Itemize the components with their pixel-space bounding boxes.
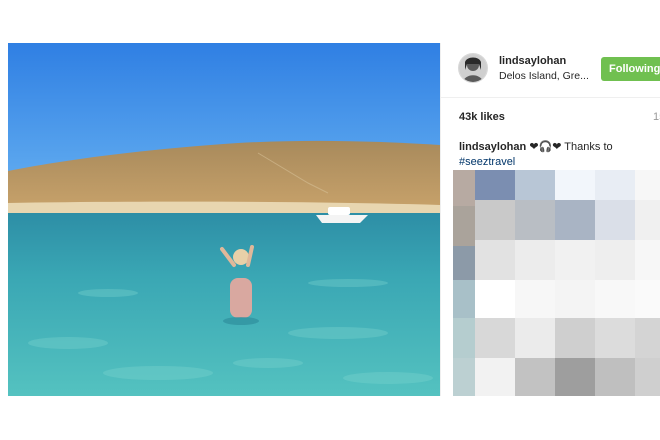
- following-button[interactable]: Following: [601, 57, 660, 81]
- likes-count[interactable]: 43k likes: [459, 111, 505, 123]
- post-side-panel: lindsaylohan Delos Island, Gre... Follow…: [440, 43, 660, 396]
- profile-avatar-icon: [459, 54, 487, 82]
- post-username[interactable]: lindsaylohan: [499, 55, 566, 67]
- blurred-content-icon: [453, 170, 660, 396]
- caption-text: Thanks to: [561, 141, 613, 153]
- post-location[interactable]: Delos Island, Gre...: [499, 70, 599, 82]
- pixelated-comments-area: [453, 170, 660, 396]
- post-photo[interactable]: [8, 43, 440, 396]
- post-caption: lindsaylohan ❤🎧❤ Thanks to #seeztravel: [459, 140, 659, 170]
- caption-hashtag[interactable]: #seeztravel: [459, 156, 515, 168]
- caption-username[interactable]: lindsaylohan: [459, 141, 526, 153]
- beach-photo-icon: [8, 43, 440, 396]
- avatar[interactable]: [458, 53, 488, 83]
- instagram-post: lindsaylohan Delos Island, Gre... Follow…: [8, 43, 660, 396]
- post-header: lindsaylohan Delos Island, Gre... Follow…: [441, 43, 660, 98]
- caption-emoji: ❤🎧❤: [529, 141, 562, 153]
- post-time: 15: [653, 111, 660, 123]
